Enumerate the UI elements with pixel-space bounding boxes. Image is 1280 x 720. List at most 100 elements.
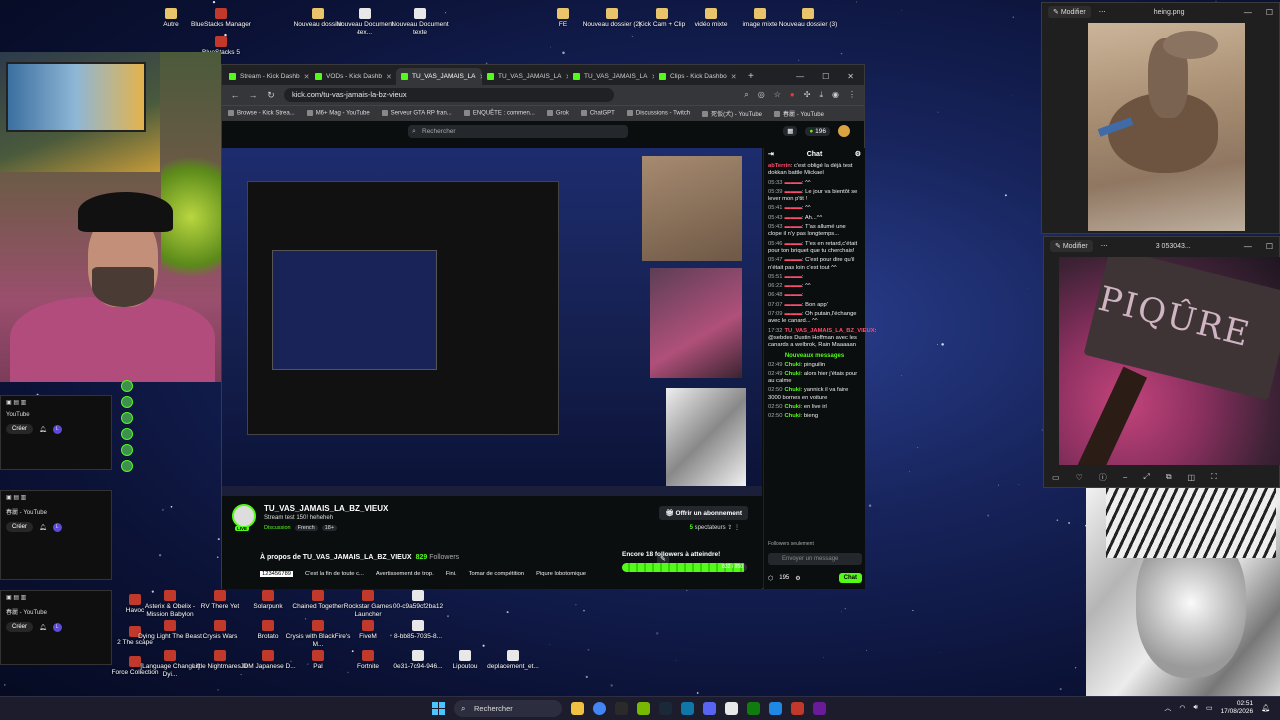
back-icon[interactable]: ← (230, 90, 240, 100)
more-icon[interactable]: ⋯ (1099, 8, 1106, 16)
bookmark[interactable]: Serveur GTA RP fran... (381, 110, 452, 117)
create-button[interactable]: Créer (6, 622, 34, 632)
browser-window[interactable]: Stream - Kick Dashb ✕ VODs - Kick Dashb ✕ TU… (221, 64, 876, 589)
star-icon[interactable]: ☆ (774, 90, 781, 100)
chat-input[interactable]: Envoyer un message (768, 553, 862, 565)
share-icon[interactable]: ⇪ (727, 525, 732, 531)
favorite-icon[interactable]: ♡ (1076, 473, 1083, 482)
minimize-icon[interactable]: — (1244, 242, 1252, 251)
category-link[interactable]: Discussion (264, 525, 291, 531)
fullscreen-icon[interactable]: ⛶ (1211, 472, 1217, 482)
maximize-icon[interactable]: ☐ (1266, 242, 1273, 251)
desktop-icon[interactable]: Nouveau Document texte (385, 8, 455, 37)
close-tab-icon[interactable]: ✕ (731, 73, 737, 81)
bell-icon[interactable]: 🔔︎ (39, 524, 47, 531)
app-icon[interactable] (791, 702, 804, 715)
bookmark[interactable]: 春麗 - YouTube (774, 109, 824, 118)
bookmark[interactable]: Grok (546, 110, 569, 117)
kick-search-input[interactable]: ⌕ Rechercher (408, 124, 628, 138)
channel-avatar[interactable] (121, 428, 133, 440)
browser-tab[interactable]: TU_VAS_JAMAIS_LA✕ (568, 68, 654, 85)
opera-icon[interactable]: ● (790, 90, 795, 100)
desktop-icon[interactable]: 00-c9a59cf2ba12 (383, 590, 453, 611)
chat-username[interactable]: abTerrin (768, 163, 791, 169)
chat-username[interactable]: Chuki (785, 362, 801, 368)
channel-avatar[interactable] (232, 504, 256, 528)
chat-username[interactable]: TU_VAS_JAMAIS_LA_BZ_VIEUX (785, 328, 875, 334)
points-icon[interactable]: ⬡ (768, 575, 773, 582)
info-icon[interactable]: ⓘ (1099, 472, 1107, 483)
maximize-icon[interactable]: ☐ (1266, 8, 1273, 17)
steam-icon[interactable] (659, 702, 672, 715)
viewer-piq-edit-button[interactable]: ✎ Modifier (1050, 240, 1093, 252)
notification-icon[interactable]: 🔔︎ (1261, 704, 1270, 712)
pinned-link[interactable]: Avertissement de trop. (376, 571, 434, 577)
more-icon[interactable]: ⋮ (734, 525, 740, 531)
app-icon[interactable] (615, 702, 628, 715)
download-icon[interactable]: ⤓ (819, 90, 823, 100)
search-icon[interactable]: ⌕ (744, 90, 748, 100)
left-window-3[interactable]: ▣ ▤ ▥ 春麗 - YouTube Créer 🔔︎ L (0, 590, 112, 665)
desktop-icon[interactable]: deplacement_et... (478, 650, 548, 671)
maximize-icon[interactable]: ☐ (822, 68, 829, 85)
browser-tab[interactable]: VODs - Kick Dashb ✕ (310, 68, 396, 85)
dashboard-icon[interactable]: ▦ (783, 126, 798, 136)
channel-avatar[interactable] (121, 412, 133, 424)
gift-subscription-button[interactable]: 🎁︎ Offrir un abonnement (659, 506, 748, 520)
xbox-icon[interactable] (747, 702, 760, 715)
desktop-icon[interactable]: BlueStacks Manager (186, 8, 256, 29)
avatar[interactable]: L (52, 424, 62, 434)
puzzle-icon[interactable]: ✣ (804, 90, 811, 100)
new-tab-button[interactable]: + (740, 68, 762, 85)
chat-gear-icon[interactable]: ⚙︎ (795, 575, 800, 582)
pinned-link[interactable]: Fini. (446, 571, 457, 577)
fit-icon[interactable]: ⤢ (1143, 472, 1149, 482)
browser-tab[interactable]: TU_VAS_JAMAIS_LA✕ (396, 68, 482, 85)
chevron-up-icon[interactable]: ︿ (1164, 703, 1171, 713)
chat-username-redacted[interactable]: ▬▬▬ (785, 241, 802, 247)
viewer-pill[interactable]: ● 196 (805, 126, 830, 136)
reload-icon[interactable]: ↻ (266, 90, 276, 101)
pinned-link[interactable]: Piqure lobotomique (536, 571, 586, 577)
bookmark[interactable]: M6+ Mag - YouTube (306, 110, 370, 117)
chat-username[interactable]: Chuki (785, 371, 801, 377)
chat-username-redacted[interactable]: ▬▬▬ (785, 215, 802, 221)
close-tab-icon[interactable]: ✕ (304, 73, 310, 81)
browser-tab[interactable]: Stream - Kick Dashb ✕ (224, 68, 310, 85)
eye-off-icon[interactable]: ◎ (758, 90, 765, 100)
collapse-chat-icon[interactable]: ⇥ (768, 148, 774, 162)
bookmark[interactable]: Discussions - Twitch (626, 110, 690, 117)
channel-name[interactable]: TU_VAS_JAMAIS_LA_BZ_VIEUX (264, 504, 388, 513)
chat-username-redacted[interactable]: ▬▬▬ (785, 283, 802, 289)
chat-username-redacted[interactable]: ▬▬▬ (785, 180, 802, 186)
discord-icon[interactable] (703, 702, 716, 715)
channel-avatar[interactable] (121, 444, 133, 456)
chrome-icon[interactable] (593, 702, 606, 715)
chat-username-redacted[interactable]: ▬▬▬ (785, 292, 802, 298)
avatar[interactable]: L (52, 622, 62, 632)
left-window-2[interactable]: ▣ ▤ ▥ 春麗 - YouTube Créer 🔔︎ L (0, 490, 112, 580)
chat-username[interactable]: Chuki (785, 404, 801, 410)
app-icon[interactable] (725, 702, 738, 715)
tag-mature[interactable]: 18+ (321, 525, 338, 531)
crop-icon[interactable]: ⧉ (1166, 472, 1172, 482)
zoom-out-icon[interactable]: − (1123, 473, 1128, 482)
browser-tab[interactable]: Clips - Kick Dashbo ✕ (654, 68, 740, 85)
windows-start-icon[interactable] (432, 702, 445, 715)
bell-icon[interactable]: 🔔︎ (39, 624, 47, 631)
pinned-link[interactable]: C'est la fin de toute c... (305, 571, 364, 577)
tag-language[interactable]: French (294, 525, 318, 531)
url-field[interactable]: kick.com/tu-vas-jamais-la-bz-vieux (284, 88, 614, 102)
pinned-link[interactable]: Tomar de compétition (469, 571, 524, 577)
minimize-icon[interactable]: — (796, 68, 804, 85)
bell-icon[interactable]: 🔔︎ (39, 426, 47, 433)
battery-icon[interactable]: ▭ (1206, 704, 1213, 712)
nvidia-icon[interactable] (637, 702, 650, 715)
clock[interactable]: 02:51 17/08/2026 (1221, 700, 1254, 716)
slideshow-icon[interactable]: ▭ (1052, 473, 1060, 482)
left-window-1[interactable]: ▣ ▤ ▥ YouTube Créer 🔔︎ L (0, 395, 112, 470)
viewer-duck-edit-button[interactable]: ✎ Modifier (1048, 6, 1091, 18)
user-avatar[interactable] (838, 125, 850, 137)
more-icon[interactable]: ⋯ (1101, 242, 1108, 250)
compare-icon[interactable]: ◫ (1188, 473, 1196, 482)
